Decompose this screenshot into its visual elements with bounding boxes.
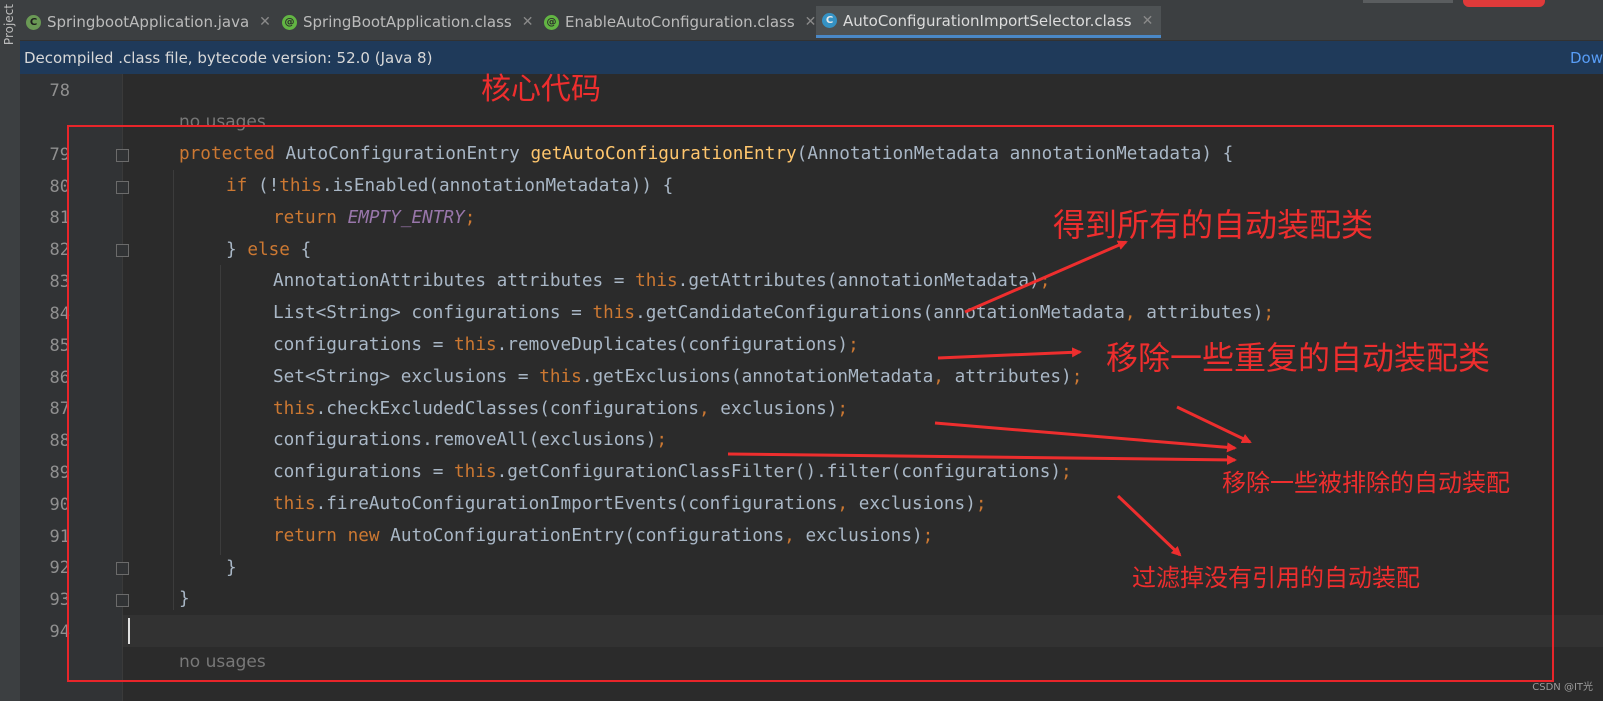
arrow-remove-all	[727, 452, 1237, 465]
arrow-filter	[1116, 494, 1182, 557]
arrow-excluded-top	[1176, 405, 1252, 444]
watermark: CSDN @IT光	[1532, 682, 1593, 693]
arrow-get-all	[964, 240, 1128, 314]
annotation-arrows	[727, 240, 1252, 557]
arrow-check-excluded	[934, 421, 1237, 453]
arrow-remove-duplicates	[937, 347, 1082, 360]
